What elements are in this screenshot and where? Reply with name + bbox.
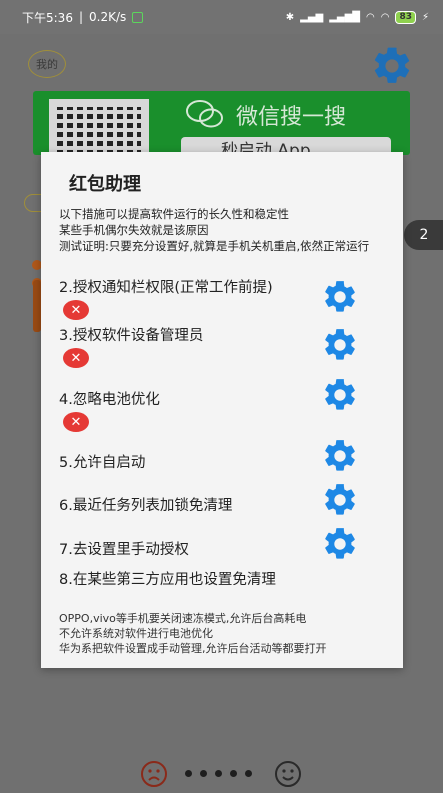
dialog-footer-note: OPPO,vivo等手机要关闭速冻模式,允许后台高耗电 不允许系统对软件进行电池… xyxy=(59,612,327,655)
settings-gear-icon[interactable] xyxy=(370,44,414,88)
network-speed: 0.2K/s xyxy=(89,10,127,24)
wechat-search-label: 微信搜一搜 xyxy=(236,105,347,130)
gear-icon-manual-auth[interactable] xyxy=(321,525,359,563)
wechat-icon xyxy=(186,100,223,128)
wifi-icon: ◠ xyxy=(365,11,375,23)
happy-face-icon[interactable] xyxy=(274,760,302,788)
status-time: 下午5:36 xyxy=(22,10,73,25)
page-count-badge[interactable]: 2 xyxy=(404,220,443,250)
notification-icon xyxy=(132,11,144,23)
battery-icon: 83 xyxy=(395,10,416,24)
perm-row-third-party: 8.在某些第三方应用也设置免清理 xyxy=(59,572,276,588)
dialog-title: 红包助理 xyxy=(69,174,141,195)
charging-icon: ⚡ xyxy=(421,11,429,23)
page-indicator xyxy=(185,770,252,777)
signal-hd-icon: ▂▄▆█ xyxy=(329,11,360,23)
assistant-dialog: 红包助理 以下措施可以提高软件运行的长久性和稳定性 某些手机偶尔失效就是该原因 … xyxy=(41,152,403,668)
wechat-banner[interactable]: 微信搜一搜 秒启动 App xyxy=(33,91,410,199)
status-bar: 下午5:36 | 0.2K/s ✱ ▂▄▆ ▂▄▆█ ◠ ◠ 83 ⚡ xyxy=(0,0,443,34)
signal-icon: ▂▄▆ xyxy=(300,11,324,23)
gear-icon-recent-lock[interactable] xyxy=(321,481,359,519)
bluetooth-icon: ✱ xyxy=(285,11,295,23)
sad-face-icon[interactable] xyxy=(140,760,168,788)
dialog-intro: 以下措施可以提高软件运行的长久性和稳定性 某些手机偶尔失效就是该原因 测试证明:… xyxy=(59,207,370,253)
gear-icon-autostart[interactable] xyxy=(321,437,359,475)
wifi-icon-2: ◠ xyxy=(380,11,390,23)
error-x-icon: ✕ xyxy=(63,412,89,432)
gear-icon-battery[interactable] xyxy=(321,376,359,414)
bottom-bar xyxy=(0,754,443,793)
gear-icon-notification[interactable] xyxy=(321,278,359,316)
my-button[interactable]: 我的 xyxy=(28,50,66,78)
background-bar xyxy=(33,280,41,332)
error-x-icon: ✕ xyxy=(63,300,89,320)
error-x-icon: ✕ xyxy=(63,348,89,368)
gear-icon-device-admin[interactable] xyxy=(321,326,359,364)
